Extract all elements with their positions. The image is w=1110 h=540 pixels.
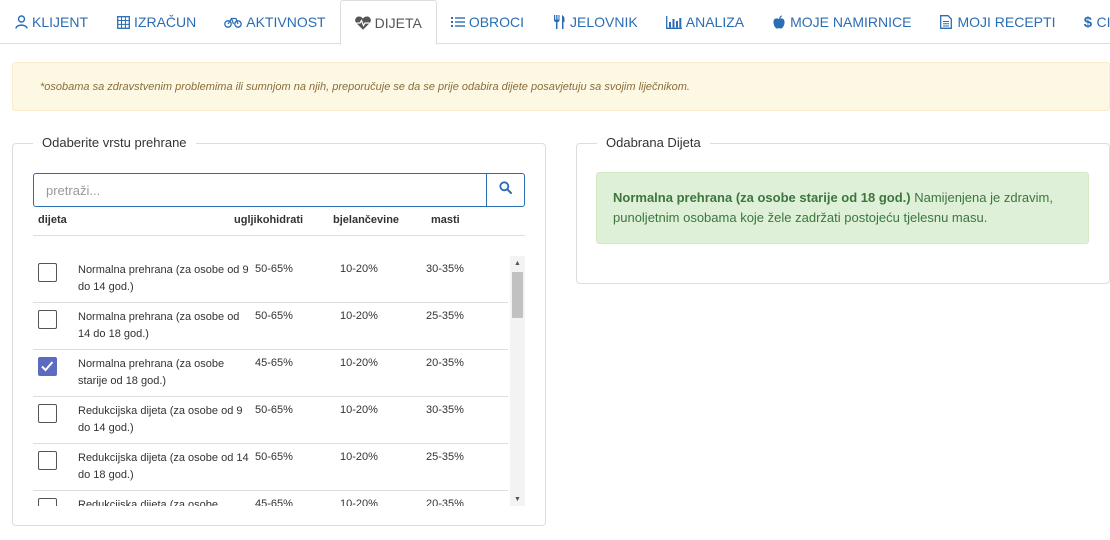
selected-diet-name: Normalna prehrana (za osobe starije od 1… — [613, 190, 911, 205]
diet-proteins: 10-20% — [340, 404, 378, 416]
heartbeat-icon — [354, 15, 371, 30]
warning-text: *osobama sa zdravstvenim problemima ili … — [40, 80, 690, 93]
diet-fats: 30-35% — [426, 263, 464, 275]
diet-row[interactable]: Redukcijska dijeta (za osobe 45-65% 10-2… — [33, 491, 508, 506]
calculator-icon — [116, 15, 130, 29]
diet-checkbox[interactable] — [38, 404, 57, 423]
tab-bar: KLIJENT IZRAČUN AKTIVNOST DIJETA OBROCI … — [0, 0, 1110, 45]
diet-name: Redukcijska dijeta (za osobe od 14 do 18… — [78, 452, 249, 481]
diet-row[interactable]: Redukcijska dijeta (za osobe od 14 do 18… — [33, 444, 508, 491]
tab-moje-namirnice[interactable]: MOJE NAMIRNICE — [758, 0, 925, 44]
diet-proteins: 10-20% — [340, 498, 378, 506]
search-button[interactable] — [486, 174, 524, 206]
diet-carbs: 50-65% — [255, 263, 293, 275]
health-warning-alert: *osobama sa zdravstvenim problemima ili … — [12, 62, 1110, 111]
tab-label: KLIJENT — [32, 14, 89, 30]
tab-label: DIJETA — [374, 14, 422, 31]
diet-proteins: 10-20% — [340, 310, 378, 322]
diet-carbs: 45-65% — [255, 498, 293, 506]
dollar-icon: $ — [1083, 13, 1093, 31]
selected-diet-panel: Odabrana Dijeta Normalna prehrana (za os… — [576, 135, 1110, 284]
diet-row[interactable]: Normalna prehrana (za osobe starije od 1… — [33, 350, 508, 397]
list-scrollbar[interactable]: ▲ ▼ — [510, 256, 525, 506]
tab-label: AKTIVNOST — [246, 14, 326, 30]
diet-carbs: 50-65% — [255, 404, 293, 416]
scrollbar-thumb[interactable] — [512, 272, 523, 318]
diet-checkbox[interactable] — [38, 498, 57, 506]
diet-proteins: 10-20% — [340, 451, 378, 463]
tab-analiza[interactable]: ANALIZA — [652, 0, 758, 44]
column-header-diet: dijeta — [38, 214, 67, 226]
diet-name: Redukcijska dijeta (za osobe od 9 do 14 … — [78, 405, 243, 434]
tab-cijene[interactable]: $ CIJENE — [1069, 0, 1110, 44]
diet-fats: 20-35% — [426, 498, 464, 506]
bar-chart-icon — [665, 15, 682, 29]
diet-type-selector: Odaberite vrstu prehrane dijeta ugljikoh… — [12, 135, 546, 526]
tab-label: ANALIZA — [685, 14, 745, 30]
column-header-fats: masti — [431, 214, 460, 226]
tab-label: MOJI RECEPTI — [957, 14, 1056, 30]
document-icon — [939, 15, 953, 29]
list-icon — [450, 15, 465, 29]
diet-name: Redukcijska dijeta (za osobe — [78, 499, 219, 506]
diet-row[interactable]: Normalna prehrana (za osobe od 14 do 18 … — [33, 303, 508, 350]
user-icon — [14, 15, 28, 29]
column-header-carbs: ugljikohidrati — [234, 214, 304, 226]
diet-name: Normalna prehrana (za osobe od 14 do 18 … — [78, 311, 240, 340]
cutlery-icon — [552, 15, 566, 29]
apple-icon — [772, 15, 786, 29]
diet-checkbox[interactable] — [38, 310, 57, 329]
diet-row[interactable]: Redukcijska dijeta (za osobe od 9 do 14 … — [33, 397, 508, 444]
diet-carbs: 45-65% — [255, 357, 293, 369]
diet-row[interactable]: Normalna prehrana (za osobe od 9 do 14 g… — [33, 256, 508, 303]
search-input[interactable] — [34, 174, 486, 206]
diet-name: Normalna prehrana (za osobe od 9 do 14 g… — [78, 264, 249, 293]
tab-label: CIJENE — [1096, 14, 1110, 30]
selected-diet-legend: Odabrana Dijeta — [597, 135, 710, 150]
diet-proteins: 10-20% — [340, 263, 378, 275]
tab-label: JELOVNIK — [570, 14, 638, 30]
diet-checkbox[interactable] — [38, 451, 57, 470]
search-icon — [499, 181, 512, 199]
scroll-down-arrow-icon[interactable]: ▼ — [510, 492, 525, 506]
diet-selector-legend: Odaberite vrstu prehrane — [33, 135, 196, 150]
diet-checkbox[interactable] — [38, 263, 57, 282]
diet-carbs: 50-65% — [255, 451, 293, 463]
diet-fats: 20-35% — [426, 357, 464, 369]
tab-klijent[interactable]: KLIJENT — [0, 0, 102, 44]
diet-fats: 25-35% — [426, 310, 464, 322]
tab-izracun[interactable]: IZRAČUN — [102, 0, 210, 44]
scroll-up-arrow-icon[interactable]: ▲ — [510, 256, 525, 270]
diet-fats: 25-35% — [426, 451, 464, 463]
tab-label: MOJE NAMIRNICE — [790, 14, 912, 30]
diet-proteins: 10-20% — [340, 357, 378, 369]
diet-name: Normalna prehrana (za osobe starije od 1… — [78, 358, 225, 387]
tab-obroci[interactable]: OBROCI — [437, 0, 538, 44]
tab-dijeta[interactable]: DIJETA — [339, 0, 437, 45]
diet-list: Normalna prehrana (za osobe od 9 do 14 g… — [33, 256, 525, 506]
column-header-proteins: bjelančevine — [333, 214, 400, 226]
diet-carbs: 50-65% — [255, 310, 293, 322]
tab-label: OBROCI — [468, 14, 525, 30]
header-divider — [33, 235, 525, 236]
bicycle-icon — [224, 15, 243, 29]
diet-search — [33, 173, 525, 207]
tab-label: IZRAČUN — [134, 14, 197, 30]
tab-jelovnik[interactable]: JELOVNIK — [538, 0, 652, 44]
tab-aktivnost[interactable]: AKTIVNOST — [210, 0, 339, 44]
diet-checkbox-checked[interactable] — [38, 357, 57, 376]
tab-moji-recepti[interactable]: MOJI RECEPTI — [925, 0, 1069, 44]
diet-fats: 30-35% — [426, 404, 464, 416]
selected-diet-alert: Normalna prehrana (za osobe starije od 1… — [596, 172, 1089, 244]
